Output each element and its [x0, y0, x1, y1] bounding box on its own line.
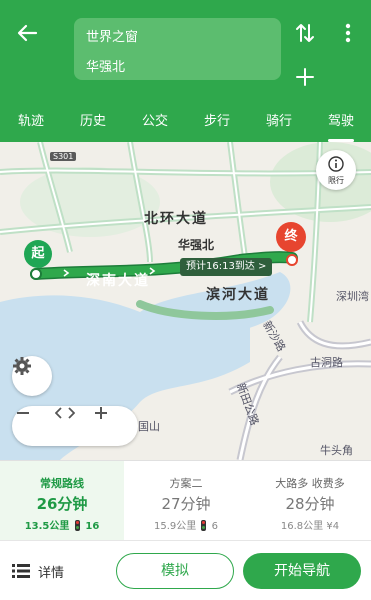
label-gudong: 古洞路: [310, 356, 343, 369]
label-shenzhenwan: 深圳湾: [336, 290, 369, 303]
route-option-3[interactable]: 大路多 收费多 28分钟 16.8公里 ¥4: [248, 461, 371, 541]
code-arrows-icon: [55, 407, 75, 419]
map-view[interactable]: S301 北环大道 华强北 深南大道 滨河大道 深圳湾 新沙路 古洞路 新田公路…: [0, 142, 371, 460]
back-button[interactable]: [12, 18, 42, 48]
eta-bubble[interactable]: 预计16:13到达 >: [180, 258, 273, 276]
gear-icon: [13, 357, 31, 375]
route-option-info: 13.5公里 16: [0, 517, 124, 532]
traffic-light-icon: [74, 520, 80, 531]
tab-ride[interactable]: 骑行: [248, 106, 310, 142]
label-shennan: 深南大道: [86, 273, 150, 289]
route-option-label: 常规路线: [40, 477, 84, 490]
swap-button[interactable]: [293, 20, 317, 46]
add-icon: [296, 68, 314, 86]
bottom-bar: 详情 模拟 开始导航: [0, 540, 371, 600]
route-option-info: 15.9公里 6: [124, 517, 248, 532]
tab-walk[interactable]: 步行: [186, 106, 248, 142]
route-option-distance: 13.5公里: [24, 521, 70, 532]
highway-shield: S301: [50, 152, 77, 161]
label-binhe: 滨河大道: [206, 287, 270, 303]
zoom-out-button[interactable]: [16, 406, 56, 446]
route-options: 常规路线 26分钟 13.5公里 16 方案二 27分钟 15.9公里 6 大路…: [0, 460, 371, 541]
route-option-lights: 6: [211, 521, 218, 532]
route-option-lights: 16: [85, 521, 100, 532]
route-option-distance: 16.8公里: [280, 521, 324, 532]
label-guoshan: 国山: [138, 420, 160, 433]
simulate-button[interactable]: 模拟: [116, 553, 234, 589]
route-option-toll: ¥4: [326, 521, 340, 532]
plus-icon: [95, 407, 107, 419]
map-settings-button[interactable]: [12, 356, 52, 396]
more-button[interactable]: [338, 20, 358, 46]
expand-button[interactable]: [55, 406, 95, 446]
start-marker[interactable]: 起: [24, 240, 52, 268]
tab-transit[interactable]: 公交: [124, 106, 186, 142]
route-option-label: 方案二: [169, 477, 203, 490]
route-option-1[interactable]: 常规路线 26分钟 13.5公里 16: [0, 461, 124, 541]
list-icon: [12, 564, 30, 578]
label-huaqiangbei: 华强北: [178, 238, 215, 252]
route-option-time: 26分钟: [36, 495, 88, 513]
back-arrow-icon: [17, 24, 38, 42]
tab-drive[interactable]: 驾驶: [310, 106, 371, 142]
more-vertical-icon: [345, 23, 351, 43]
info-icon: [328, 156, 344, 172]
start-navigation-button[interactable]: 开始导航: [243, 553, 361, 589]
label-beihuan: 北环大道: [144, 211, 208, 227]
tab-history[interactable]: 历史: [62, 106, 124, 142]
app-header: 世界之窗 华强北 轨迹 历史 公交 步行 骑行 驾驶: [0, 0, 371, 142]
traffic-light-icon: [201, 520, 207, 531]
route-option-label: 大路多 收费多: [275, 477, 345, 490]
mode-tabs: 轨迹 历史 公交 步行 骑行 驾驶: [0, 106, 371, 142]
origin-field[interactable]: 世界之窗: [86, 26, 138, 45]
detail-button[interactable]: 详情: [12, 559, 64, 583]
route-inputs: 世界之窗 华强北: [74, 18, 281, 80]
route-option-info: 16.8公里 ¥4: [248, 517, 371, 532]
label-niutoujiao: 牛头角: [320, 444, 353, 457]
minus-icon: [17, 412, 29, 414]
detail-label: 详情: [38, 565, 65, 581]
traffic-restriction-button[interactable]: 限行: [316, 150, 356, 190]
route-option-time: 28分钟: [285, 495, 335, 513]
swap-icon: [296, 24, 314, 42]
add-waypoint-button[interactable]: [294, 66, 316, 88]
route-option-distance: 15.9公里: [153, 521, 197, 532]
end-marker[interactable]: 终: [276, 222, 306, 252]
traffic-restriction-label: 限行: [328, 176, 344, 185]
tab-track[interactable]: 轨迹: [0, 106, 62, 142]
route-option-time: 27分钟: [161, 495, 211, 513]
destination-field[interactable]: 华强北: [86, 56, 125, 75]
zoom-in-button[interactable]: [94, 406, 134, 446]
zoom-controls: [12, 406, 138, 446]
route-option-2[interactable]: 方案二 27分钟 15.9公里 6: [124, 461, 248, 541]
